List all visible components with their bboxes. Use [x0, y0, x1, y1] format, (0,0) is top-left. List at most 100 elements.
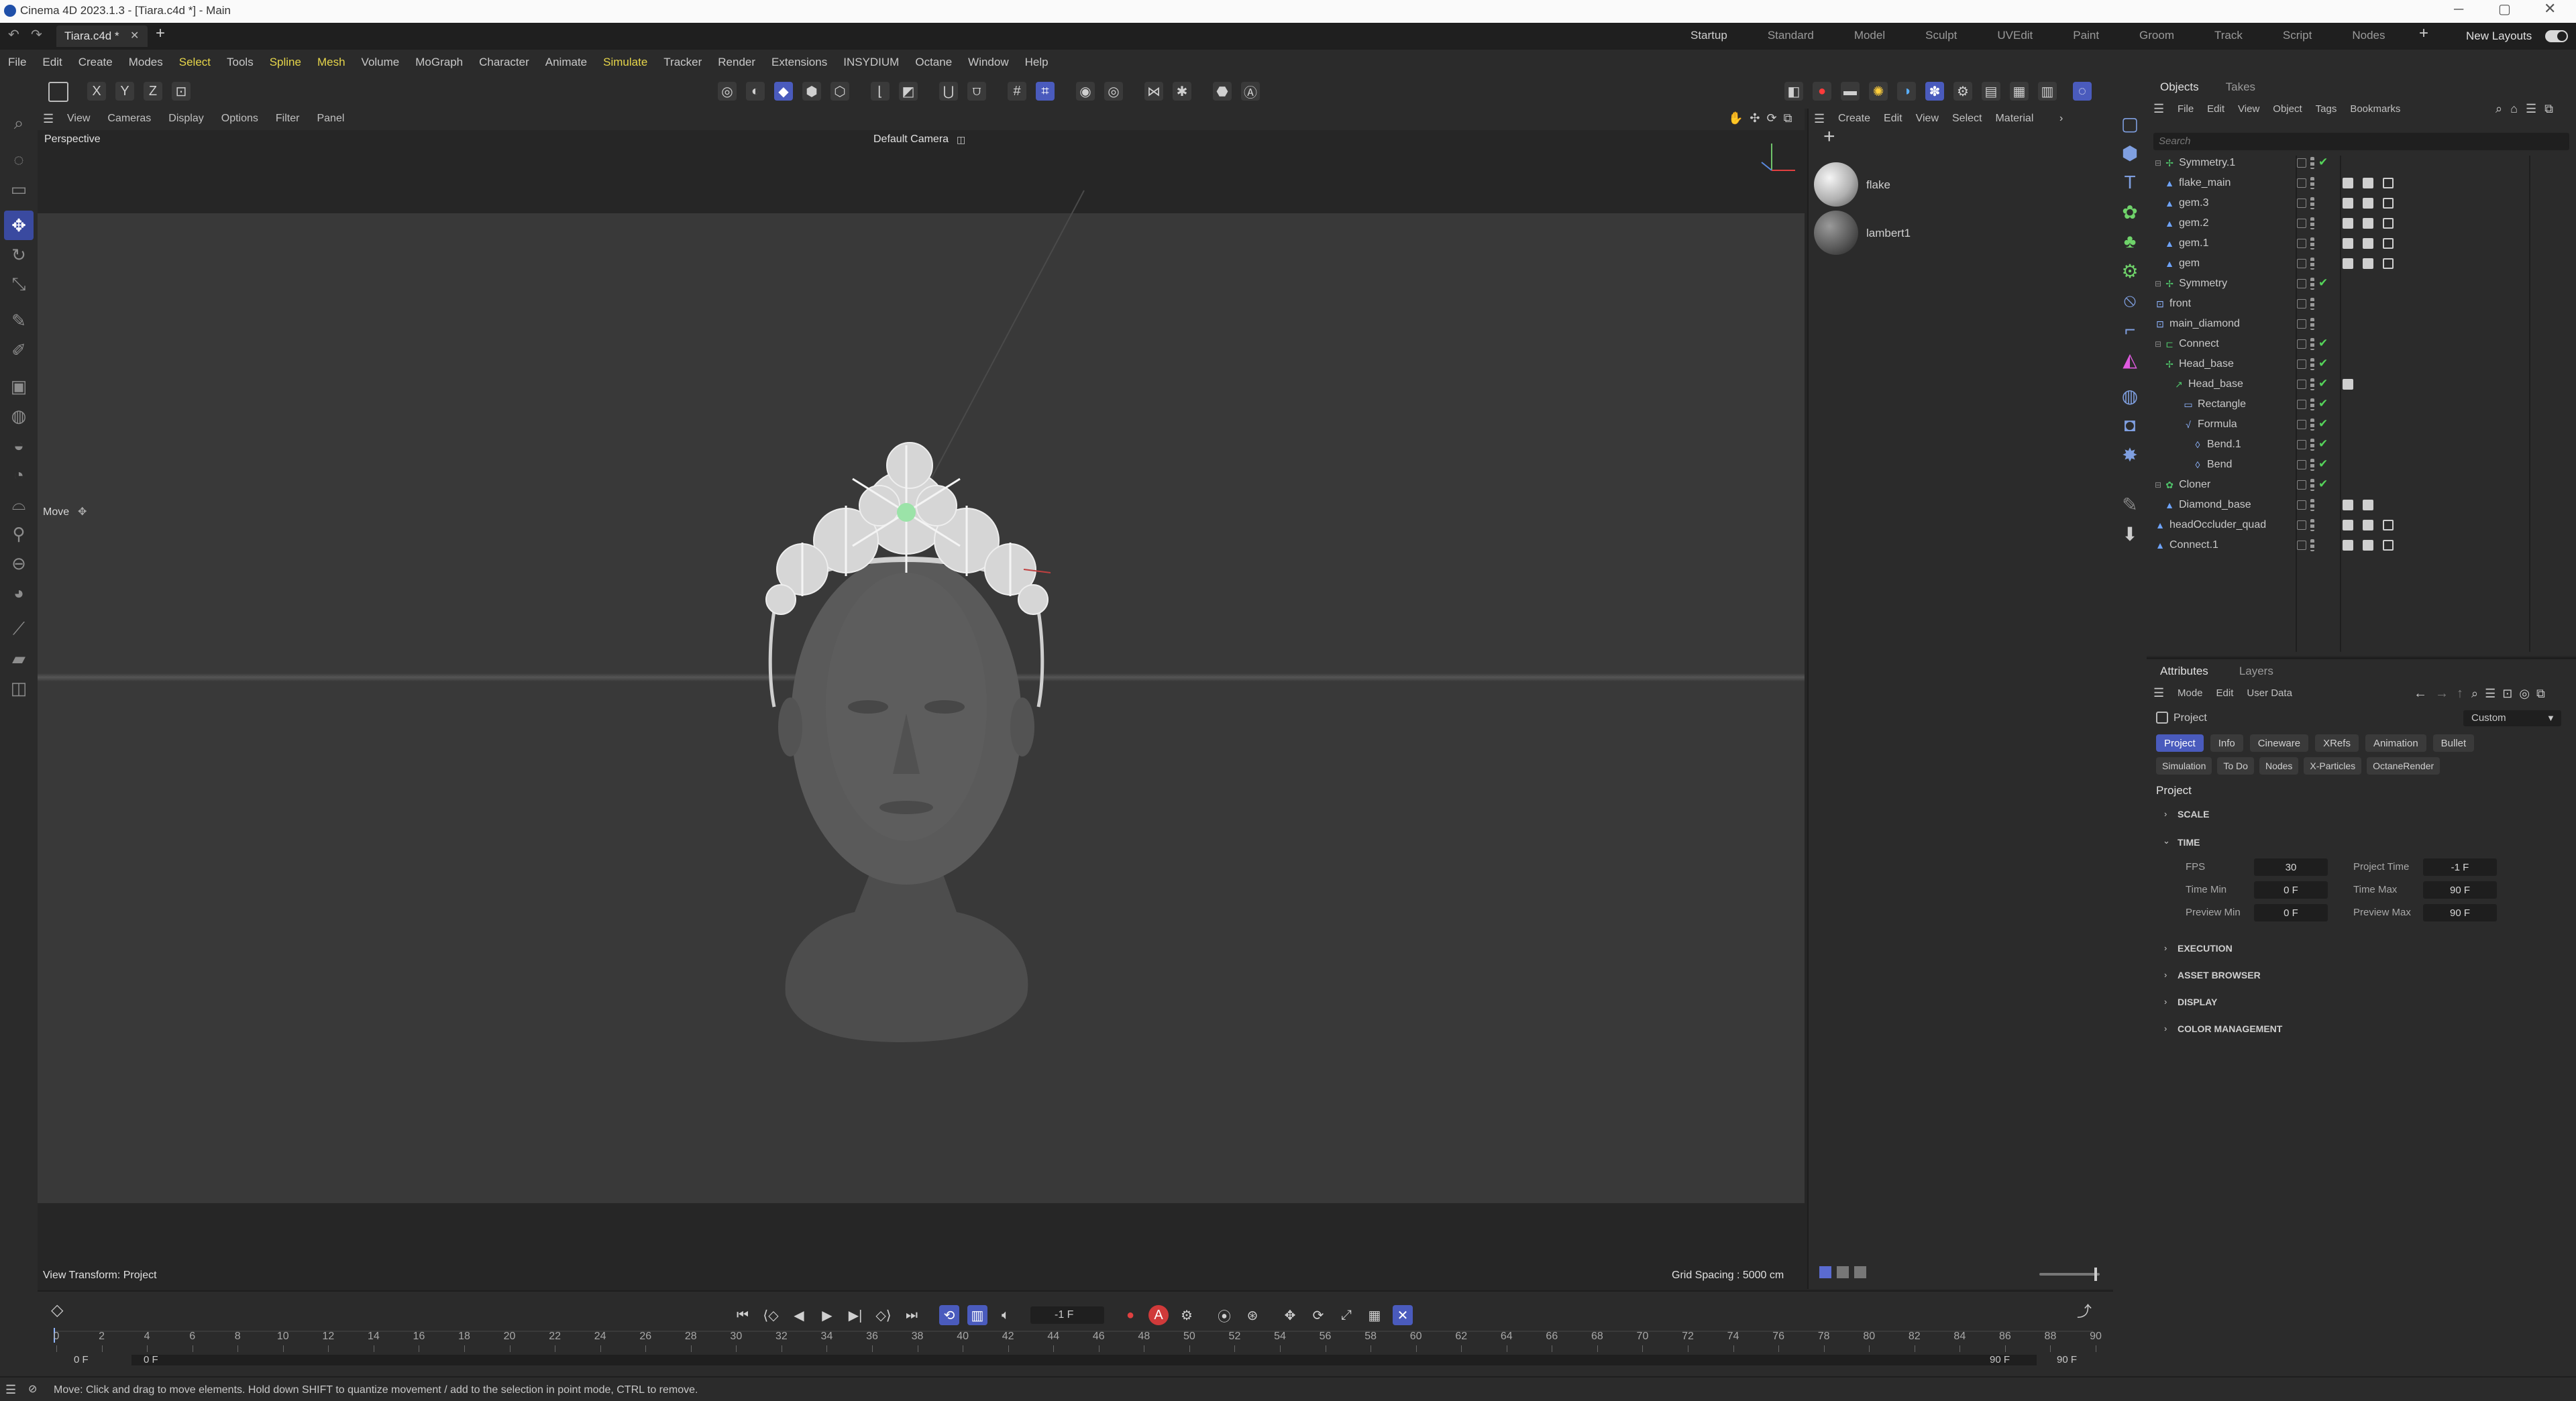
preview-range-icon[interactable]: ▥ — [967, 1305, 987, 1325]
autokey-icon[interactable]: A — [1148, 1305, 1169, 1325]
timeline-end-field-2[interactable]: 90 F — [2057, 1353, 2077, 1367]
enabled-check-icon[interactable]: ✔ — [2318, 397, 2328, 410]
expand-icon[interactable]: ⊟ — [2155, 158, 2161, 168]
previous-key-icon[interactable]: ⟨◇ — [761, 1305, 781, 1325]
live-selection-icon[interactable]: ◌ — [4, 145, 34, 174]
enabled-check-icon[interactable]: ✔ — [2318, 337, 2328, 350]
menu-item[interactable]: Character — [479, 56, 529, 69]
motion-record-icon[interactable]: ⊛ — [1242, 1305, 1263, 1325]
objects-search-input[interactable]: Search — [2153, 133, 2569, 150]
points-mode-icon[interactable]: ⬢ — [802, 82, 821, 101]
forward-arrow-icon[interactable]: → — [2435, 686, 2449, 702]
menu-item[interactable]: Octane — [915, 56, 952, 69]
layer-color-swatch[interactable] — [2297, 359, 2306, 369]
object-tag-icon[interactable] — [2363, 500, 2373, 510]
object-tag-icon[interactable] — [2343, 379, 2353, 390]
layer-color-swatch[interactable] — [2297, 239, 2306, 248]
viewport-menu-item[interactable]: Filter — [276, 113, 300, 125]
material-menu-item[interactable]: Select — [1952, 113, 1982, 125]
menu-item[interactable]: Render — [718, 56, 755, 69]
loop-icon[interactable]: ⟲ — [939, 1305, 959, 1325]
layer-color-swatch[interactable] — [2297, 259, 2306, 268]
status-menu-icon[interactable]: ☰ — [5, 1383, 16, 1396]
menu-item[interactable]: Extensions — [771, 56, 827, 69]
go-to-start-icon[interactable]: ⏮ — [733, 1305, 753, 1325]
layer-color-swatch[interactable] — [2297, 199, 2306, 208]
layer-color-swatch[interactable] — [2297, 460, 2306, 469]
pen-object-icon[interactable]: ✎ — [2115, 490, 2145, 519]
add-layout-icon[interactable]: + — [2419, 25, 2428, 42]
enabled-check-icon[interactable]: ✔ — [2318, 276, 2328, 290]
object-row[interactable]: ▲ gem.2 — [2155, 213, 2298, 233]
undo-icon[interactable]: ↶ — [8, 28, 19, 42]
key-pla-icon[interactable]: ✕ — [1393, 1305, 1413, 1325]
layer-color-swatch[interactable] — [2297, 279, 2306, 288]
enabled-check-icon[interactable]: ✔ — [2318, 357, 2328, 370]
menu-item[interactable]: Create — [78, 56, 113, 69]
scale-section[interactable]: SCALE — [2178, 809, 2209, 820]
minimize-icon[interactable]: ─ — [2454, 3, 2463, 16]
chevron-right-icon[interactable]: › — [2164, 942, 2167, 955]
menu-item[interactable]: Spline — [270, 56, 301, 69]
viewport-hamburger-icon[interactable]: ☰ — [43, 112, 54, 125]
time-section[interactable]: TIME — [2178, 837, 2200, 848]
menu-item[interactable]: Volume — [362, 56, 400, 69]
timeline-start-field[interactable]: 0 F — [74, 1353, 89, 1367]
bevel-icon[interactable]: ◒ — [4, 431, 34, 460]
visibility-dots[interactable] — [2310, 258, 2314, 270]
pan-icon[interactable]: ✋ — [1728, 111, 1743, 125]
enabled-check-icon[interactable]: ✔ — [2318, 156, 2328, 169]
menu-item[interactable]: Mesh — [317, 56, 345, 69]
execution-section[interactable]: EXECUTION — [2178, 943, 2233, 954]
visibility-dots[interactable] — [2310, 197, 2314, 209]
object-tag-icon[interactable] — [2383, 178, 2394, 188]
layer-color-swatch[interactable] — [2297, 500, 2306, 510]
objects-menu-item[interactable]: Object — [2273, 103, 2302, 115]
move-tool-icon[interactable]: ✥ — [4, 211, 34, 240]
octane-icon[interactable]: Ⓐ — [1241, 82, 1260, 101]
grid-icon[interactable]: ⌗ — [1036, 82, 1055, 101]
orbit-icon[interactable]: ⟳ — [1767, 111, 1777, 125]
menu-item[interactable]: Window — [968, 56, 1008, 69]
settings-icon[interactable]: ◎ — [2519, 687, 2530, 701]
layer-color-swatch[interactable] — [2297, 219, 2306, 228]
snap-settings-icon[interactable]: ⩌ — [967, 82, 986, 101]
asset-browser-section[interactable]: ASSET BROWSER — [2178, 970, 2261, 980]
visibility-dots[interactable] — [2310, 157, 2314, 169]
attribute-tab[interactable]: OctaneRender — [2367, 757, 2440, 775]
object-row[interactable]: ⊟ ⊏ Connect — [2155, 334, 2289, 354]
chevron-right-icon[interactable]: › — [2164, 968, 2167, 982]
attribute-tab[interactable]: Nodes — [2259, 757, 2299, 775]
visibility-dots[interactable] — [2310, 378, 2314, 390]
rotate-tool-icon[interactable]: ↻ — [4, 240, 34, 270]
play-icon[interactable]: ▶ — [817, 1305, 837, 1325]
object-tag-icon[interactable] — [2343, 218, 2353, 229]
time-max-field[interactable]: 90 F — [2423, 881, 2497, 899]
layer-color-swatch[interactable] — [2297, 400, 2306, 409]
key-param-icon[interactable]: ▦ — [1364, 1305, 1385, 1325]
tab-layers[interactable]: Layers — [2239, 665, 2273, 678]
object-tag-icon[interactable] — [2343, 178, 2353, 188]
soft-selection-icon[interactable]: ◉ — [1076, 82, 1095, 101]
object-row[interactable]: ▭ Rectangle — [2155, 394, 2317, 414]
viewport[interactable]: Perspective Default Camera ◫ Move ✥ View… — [38, 130, 1805, 1289]
object-tag-icon[interactable] — [2383, 198, 2394, 209]
tweak-icon[interactable]: ◎ — [1104, 82, 1123, 101]
visibility-dots[interactable] — [2310, 519, 2314, 531]
menu-item[interactable]: Help — [1025, 56, 1049, 69]
objects-menu-item[interactable]: Edit — [2207, 103, 2224, 115]
xparticles-icon[interactable]: ✽ — [1925, 82, 1944, 101]
up-arrow-icon[interactable]: ↑ — [2457, 686, 2463, 702]
object-tag-icon[interactable] — [2363, 258, 2373, 269]
object-row[interactable]: ⊡ front — [2155, 294, 2289, 314]
preset-dropdown[interactable]: Custom ▼ — [2463, 710, 2561, 726]
paint-icon[interactable]: ◕ — [4, 578, 34, 608]
loop-cut-icon[interactable]: ⌓ — [4, 490, 34, 519]
cube-outline-icon[interactable]: ▢ — [2115, 109, 2145, 138]
material-menu-item[interactable]: Create — [1838, 113, 1870, 125]
visibility-dots[interactable] — [2310, 459, 2314, 471]
octane-live-icon[interactable]: ◑ — [1897, 82, 1916, 101]
box-selection-icon[interactable]: ▭ — [4, 174, 34, 204]
object-row[interactable]: ▲ flake_main — [2155, 173, 2298, 193]
close-icon[interactable]: ✕ — [2544, 1, 2556, 16]
